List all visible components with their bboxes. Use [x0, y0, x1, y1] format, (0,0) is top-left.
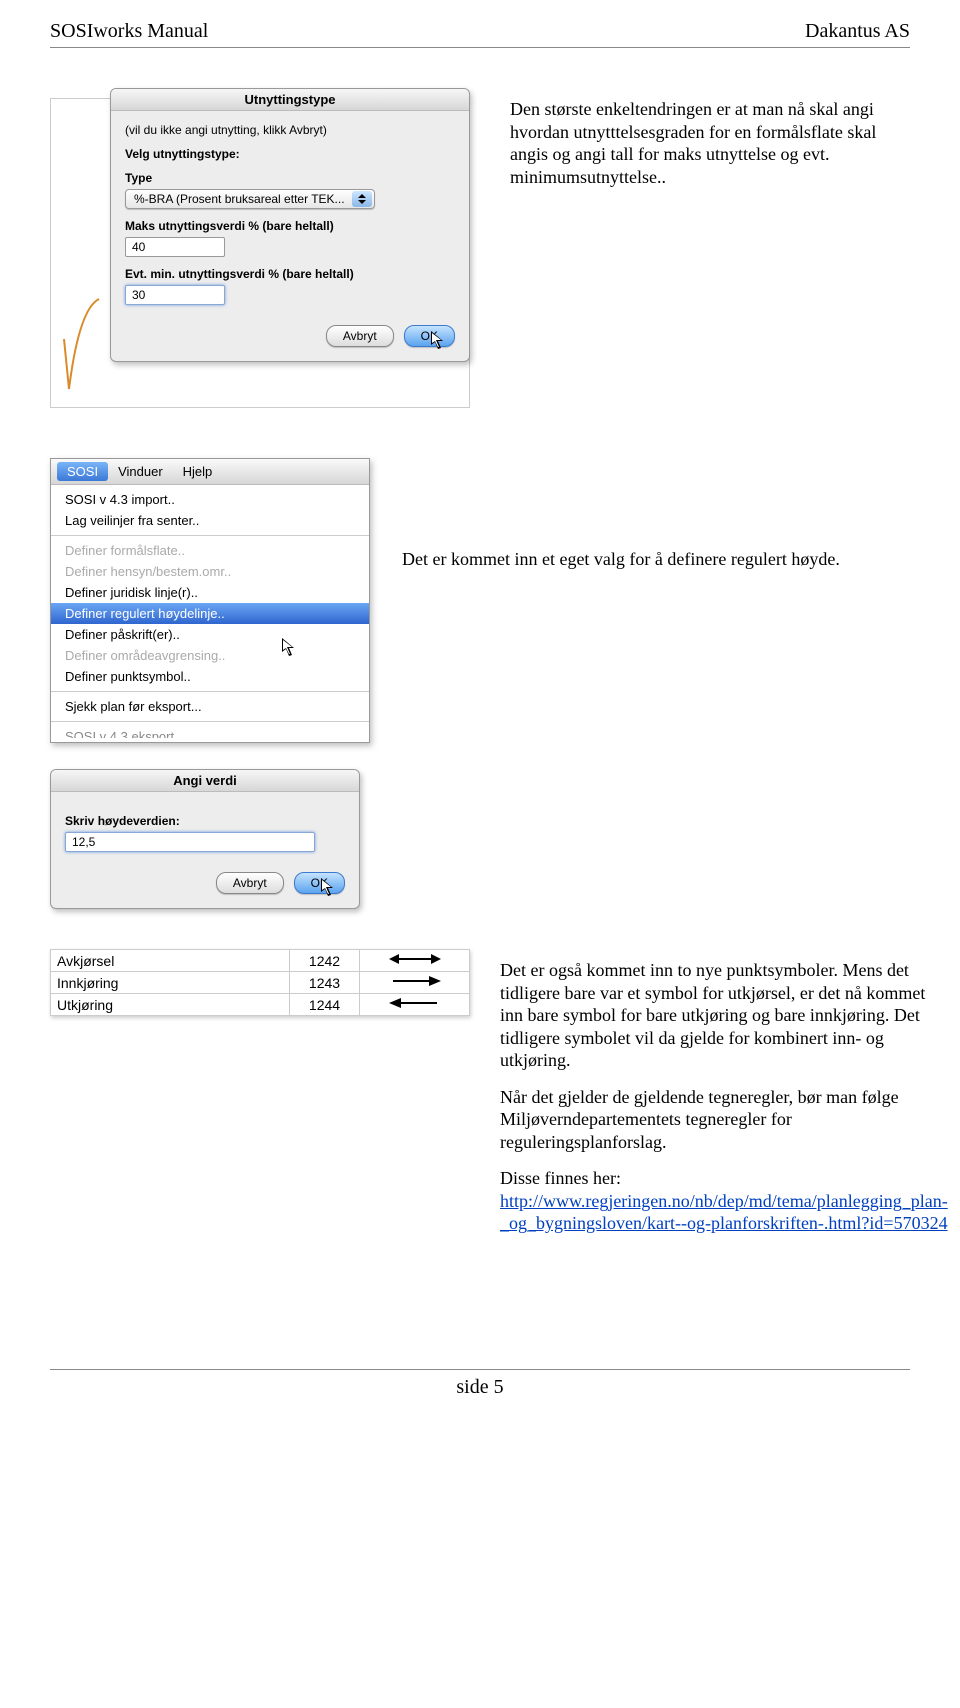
page-header: SOSIworks Manual Dakantus AS [50, 20, 910, 48]
paragraph-1: Den største enkeltendringen er at man nå… [510, 98, 910, 188]
table-row: Innkjøring1243 [51, 972, 470, 994]
cursor-icon [282, 638, 298, 658]
row-code: 1244 [290, 994, 360, 1016]
figure-angi-verdi: Angi verdi Skriv høydeverdien: Avbryt OK [50, 769, 360, 909]
table-row: Utkjøring1244 [51, 994, 470, 1016]
table-row: Avkjørsel1242 [51, 950, 470, 972]
header-left: SOSIworks Manual [50, 20, 208, 43]
cancel-button[interactable]: Avbryt [326, 325, 394, 347]
row-label: Utkjøring [51, 994, 290, 1016]
paragraph-3c: Disse finnes her: http://www.regjeringen… [500, 1167, 948, 1235]
type-select-value: %-BRA (Prosent bruksareal etter TEK... [134, 192, 345, 206]
dialog-title: Utnyttingstype [111, 89, 469, 111]
menu-vinduer[interactable]: Vinduer [108, 462, 173, 481]
menu-item[interactable]: Definer punktsymbol.. [51, 666, 369, 687]
menu-separator [51, 535, 369, 536]
select-label: Velg utnyttingstype: [125, 147, 455, 161]
menu-item[interactable]: Definer regulert høydelinje.. [51, 603, 369, 624]
menu-sosi[interactable]: SOSI [57, 462, 108, 481]
arrow-left-icon [360, 994, 470, 1016]
arrow-right-icon [360, 972, 470, 994]
ok-button[interactable]: OK [404, 325, 455, 347]
menu-item: Definer hensyn/bestem.omr.. [51, 561, 369, 582]
type-label: Type [125, 171, 455, 185]
symbol-table: Avkjørsel1242Innkjøring1243Utkjøring1244 [50, 949, 470, 1016]
maks-input[interactable] [125, 237, 225, 257]
hoyde-input[interactable] [65, 832, 315, 852]
dropdown-sosi: SOSI v 4.3 import..Lag veilinjer fra sen… [51, 485, 369, 742]
select-arrows-icon [352, 191, 372, 207]
cursor-icon [431, 331, 447, 351]
dialog-note: (vil du ikke angi utnytting, klikk Avbry… [125, 123, 455, 137]
dialog-title: Angi verdi [51, 770, 359, 792]
paragraph-2: Det er kommet inn et eget valg for å def… [402, 548, 910, 571]
menu-hjelp[interactable]: Hjelp [173, 462, 223, 481]
menu-separator [51, 691, 369, 692]
cursor-icon [321, 878, 337, 898]
menu-separator [51, 721, 369, 722]
menu-item[interactable]: SOSI v 4.3 eksport [51, 726, 369, 738]
paragraph-3b: Når det gjelder de gjeldende tegneregler… [500, 1086, 948, 1154]
cancel-button[interactable]: Avbryt [216, 872, 284, 894]
min-input[interactable] [125, 285, 225, 305]
ok-button[interactable]: OK [294, 872, 345, 894]
menu-item: Definer formålsflate.. [51, 540, 369, 561]
hoyde-label: Skriv høydeverdien: [65, 814, 345, 828]
regjeringen-link[interactable]: http://www.regjeringen.no/nb/dep/md/tema… [500, 1191, 948, 1234]
link-intro: Disse finnes her: [500, 1168, 621, 1188]
row-code: 1242 [290, 950, 360, 972]
header-right: Dakantus AS [805, 20, 910, 43]
page-number: side 5 [456, 1376, 503, 1398]
arrow-double-icon [360, 950, 470, 972]
menu-item[interactable]: Lag veilinjer fra senter.. [51, 510, 369, 531]
figure-symbol-table: Avkjørsel1242Innkjøring1243Utkjøring1244 [50, 949, 470, 1016]
figure-utnyttingstype: Utnyttingstype (vil du ikke angi utnytti… [50, 88, 480, 418]
dialog-utnyttingstype: Utnyttingstype (vil du ikke angi utnytti… [110, 88, 470, 362]
menu-item[interactable]: Sjekk plan før eksport... [51, 696, 369, 717]
menu-item[interactable]: Definer juridisk linje(r).. [51, 582, 369, 603]
menu-item[interactable]: SOSI v 4.3 import.. [51, 489, 369, 510]
menu-item[interactable]: Definer påskrift(er).. [51, 624, 369, 645]
row-label: Avkjørsel [51, 950, 290, 972]
figure-sosi-menu: SOSI Vinduer Hjelp SOSI v 4.3 import..La… [50, 458, 372, 743]
page-footer: side 5 [50, 1369, 910, 1399]
paragraph-3a: Det er også kommet inn to nye punktsymbo… [500, 959, 948, 1072]
menubar: SOSI Vinduer Hjelp [51, 459, 369, 485]
menu-item: Definer områdeavgrensing.. [51, 645, 369, 666]
type-select[interactable]: %-BRA (Prosent bruksareal etter TEK... [125, 189, 375, 209]
row-code: 1243 [290, 972, 360, 994]
min-label: Evt. min. utnyttingsverdi % (bare heltal… [125, 267, 455, 281]
row-label: Innkjøring [51, 972, 290, 994]
maks-label: Maks utnyttingsverdi % (bare heltall) [125, 219, 455, 233]
